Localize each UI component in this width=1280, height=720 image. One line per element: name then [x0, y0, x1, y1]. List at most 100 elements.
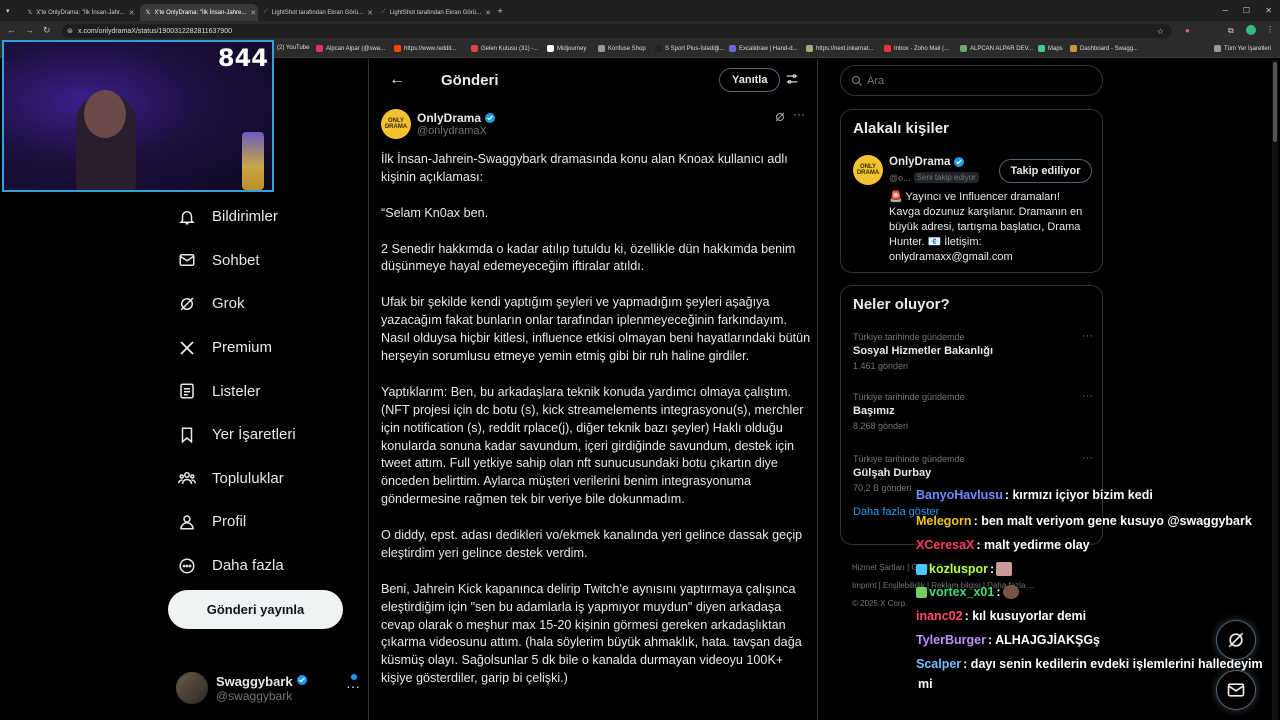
bookmark-item[interactable]: ALPCAN ALPAR DEV... — [960, 45, 1033, 52]
back-arrow-icon[interactable]: ← — [389, 71, 409, 89]
menu-icon[interactable]: ⋮ — [1266, 25, 1274, 34]
tab-search-icon[interactable]: ▾ — [6, 7, 10, 15]
nav-grok[interactable]: Grok — [168, 282, 358, 326]
nav-premium[interactable]: Premium — [168, 326, 358, 370]
chat-username: inanc02 — [916, 609, 963, 623]
site-info-icon[interactable]: ⊜ — [67, 27, 73, 35]
url-text: x.com/onlydramaX/status/1900312282811637… — [78, 27, 232, 35]
minimize-icon[interactable]: ─ — [1222, 6, 1228, 15]
more-icon[interactable]: ··· — [1082, 452, 1093, 464]
all-bookmarks[interactable]: Tüm Yer İşaretleri — [1214, 45, 1271, 52]
search-input[interactable]: Ara — [840, 65, 1103, 96]
chat-username: XCeresaX — [916, 538, 975, 552]
profile-icon[interactable] — [1246, 25, 1256, 35]
maximize-icon[interactable]: ☐ — [1243, 6, 1250, 15]
close-icon[interactable]: ✕ — [250, 9, 256, 17]
reload-icon[interactable]: ↻ — [43, 25, 51, 36]
close-icon[interactable]: ✕ — [367, 9, 373, 17]
star-icon[interactable]: ☆ — [1157, 27, 1164, 36]
scrollbar-thumb[interactable] — [1273, 62, 1277, 142]
forward-icon[interactable]: → — [25, 25, 34, 35]
more-icon[interactable]: ··· — [1082, 390, 1093, 402]
bookmark-label: Maps — [1048, 45, 1063, 52]
nav-profile[interactable]: Profil — [168, 500, 358, 544]
post-author[interactable]: ONLY DRAMA OnlyDrama @onlydramaX — [381, 109, 496, 139]
bookmark-item[interactable]: Midjourney — [547, 45, 586, 52]
author-avatar[interactable]: ONLY DRAMA — [381, 109, 411, 139]
extensions-icon[interactable]: ● — [1185, 26, 1190, 35]
close-icon[interactable]: ✕ — [129, 9, 135, 17]
nav-chat[interactable]: Sohbet — [168, 239, 358, 283]
page-scrollbar[interactable] — [1272, 60, 1278, 720]
chat-text: : — [990, 562, 995, 576]
bookmark-item[interactable]: Dashboard - Swagg... — [1070, 45, 1138, 52]
bookmark-item[interactable]: https://next.inkarnat... — [806, 45, 873, 52]
bookmark-item[interactable]: Inbox - Zoho Mail (... — [884, 45, 949, 52]
back-icon[interactable]: ← — [7, 25, 16, 35]
trend-title: Sosyal Hizmetler Bakanlığı — [853, 345, 993, 357]
trend-context: Türkiye tarihinde gündemde — [853, 454, 965, 464]
author-info: OnlyDrama @onlydramaX — [417, 111, 496, 137]
more-icon[interactable]: ··· — [346, 678, 360, 694]
bookmark-item[interactable]: Excalidraw | Hand-d... — [729, 45, 798, 52]
bookmark-item[interactable]: Alpcan Alpar (@swa... — [316, 45, 385, 52]
streamer-head — [84, 90, 126, 138]
window-close-icon[interactable]: ✕ — [1265, 6, 1272, 15]
trend-item[interactable]: Türkiye tarihinde gündemde Başımız 8.268… — [853, 390, 1093, 431]
close-icon[interactable]: ✕ — [485, 9, 491, 17]
account-switcher[interactable]: Swaggybark @swaggybark ··· — [176, 670, 360, 706]
bookmark-label: Inbox - Zoho Mail (... — [894, 45, 950, 52]
address-bar-row: ← → ↻ ⊜ x.com/onlydramaX/status/19003122… — [0, 21, 1280, 41]
browser-tab[interactable]: 𝕏 X'te OnlyDrama: "İlk İnsan-Jahr... ✕ — [22, 4, 140, 21]
follows-you-badge: Seni takip ediyor — [913, 172, 979, 183]
related-name[interactable]: OnlyDrama — [889, 156, 965, 168]
browser-tab[interactable]: ⟋ LightShot tarafından Ekran Görü... ✕ — [258, 4, 376, 21]
account-name-text: Swaggybark — [216, 673, 293, 689]
browser-tab-active[interactable]: 𝕏 X'te OnlyDrama: "İlk İnsan-Jahre... ✕ — [139, 4, 258, 21]
bookmark-label: (2) YouTube — [277, 45, 310, 51]
nav-lists[interactable]: Listeler — [168, 369, 358, 413]
browser-tab[interactable]: ⟋ LightShot tarafından Ekran Görü... ✕ — [376, 4, 494, 21]
grok-icon[interactable] — [774, 111, 786, 123]
more-icon[interactable]: ··· — [1082, 330, 1093, 342]
url-field[interactable]: ⊜ x.com/onlydramaX/status/19003122828116… — [62, 24, 1172, 38]
nav-label: Yer İşaretleri — [212, 426, 296, 444]
mail-icon — [1227, 683, 1245, 697]
nav-notifications[interactable]: Bildirimler — [168, 195, 358, 239]
bookmark-item[interactable]: Gelen Kutusu (31) -... — [471, 45, 538, 52]
author-name[interactable]: OnlyDrama — [417, 111, 496, 125]
tab-label: X'te OnlyDrama: "İlk İnsan-Jahre... — [154, 9, 247, 16]
nav-bookmarks[interactable]: Yer İşaretleri — [168, 413, 358, 457]
related-handle: @o... Seni takip ediyor — [889, 172, 979, 183]
nav-communities[interactable]: Topluluklar — [168, 457, 358, 501]
sliders-icon[interactable] — [785, 72, 799, 86]
chat-username: TylerBurger — [916, 633, 986, 647]
bookmark-item[interactable]: https://www.reddit... — [394, 45, 456, 52]
reply-button[interactable]: Yanıtla — [719, 68, 781, 92]
trend-title: Gülşah Durbay — [853, 467, 932, 479]
puzzle-icon[interactable]: ⧉ — [1228, 26, 1234, 36]
grok-floating-button[interactable] — [1216, 620, 1256, 660]
bookmark-youtube[interactable]: (2) YouTube — [277, 45, 309, 51]
verified-icon — [954, 157, 965, 167]
emote-icon — [1002, 585, 1019, 599]
x-logo-icon — [180, 340, 194, 355]
bookmark-item[interactable]: S Sport Plus-İstediği... — [655, 45, 724, 52]
bookmark-item[interactable]: Konfuse Shop — [598, 45, 646, 52]
related-avatar[interactable]: ONLY DRAMA — [853, 155, 883, 185]
nav-more[interactable]: Daha fazla — [168, 544, 358, 588]
messages-floating-button[interactable] — [1216, 670, 1256, 710]
trend-title: Başımız — [853, 405, 895, 417]
trend-item[interactable]: Türkiye tarihinde gündemde Sosyal Hizmet… — [853, 330, 1093, 371]
following-button[interactable]: Takip ediliyor — [999, 159, 1092, 183]
author-handle[interactable]: @onlydramaX — [417, 125, 496, 137]
bookmark-item[interactable]: Maps — [1038, 45, 1063, 52]
nav-label: Profil — [212, 513, 247, 531]
post-button[interactable]: Gönderi yayınla — [168, 590, 343, 629]
new-tab-icon[interactable]: + — [498, 6, 503, 16]
bookmark-label: Tüm Yer İşaretleri — [1224, 45, 1272, 52]
chat-message: Melegorn: ben malt veriyom gene kusuyo @… — [916, 514, 1252, 528]
avatar — [176, 672, 208, 704]
midjourney-icon — [547, 45, 554, 52]
more-icon[interactable]: ··· — [793, 107, 805, 121]
